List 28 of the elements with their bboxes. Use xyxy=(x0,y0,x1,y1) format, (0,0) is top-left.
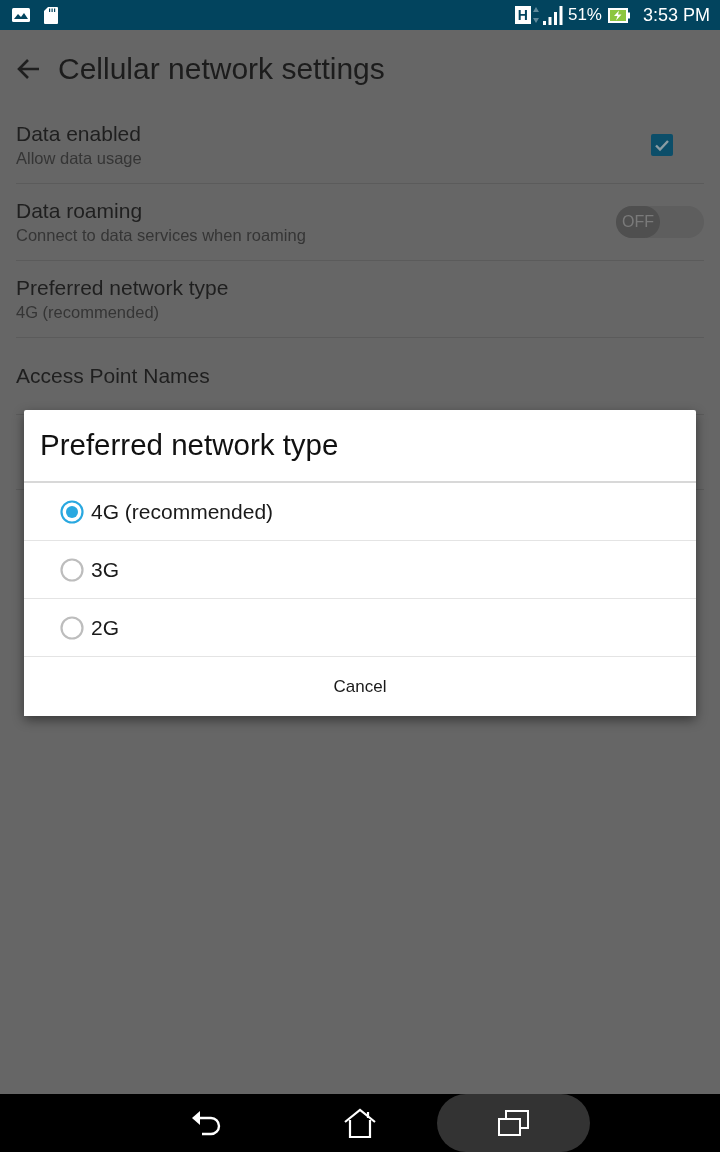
image-icon xyxy=(12,8,30,22)
option-row[interactable]: 4G (recommended) xyxy=(24,483,696,541)
cancel-button[interactable]: Cancel xyxy=(24,657,696,716)
checkbox[interactable] xyxy=(651,134,673,156)
sd-card-icon xyxy=(44,6,58,24)
option-label: 2G xyxy=(91,614,119,641)
option-label: 3G xyxy=(91,556,119,583)
back-arrow-icon[interactable] xyxy=(16,57,40,80)
setting-title: Data enabled xyxy=(16,121,142,147)
radio-button[interactable] xyxy=(60,499,84,524)
signal-icon xyxy=(542,5,563,25)
option-row[interactable]: 3G xyxy=(24,541,696,599)
home-icon xyxy=(344,1108,376,1138)
screen-title: Cellular network settings xyxy=(58,51,385,87)
setting-title: Preferred network type xyxy=(16,275,229,301)
option-label: 4G (recommended) xyxy=(91,498,274,525)
setting-title: Data roaming xyxy=(16,198,144,224)
battery-charging-icon xyxy=(607,7,630,23)
radio-button[interactable] xyxy=(60,557,84,582)
radio-button[interactable] xyxy=(60,615,84,640)
setting-title: Access Point Names xyxy=(16,363,210,389)
dialog-title: Preferred network type xyxy=(40,427,339,464)
data-activity-icon xyxy=(532,7,539,23)
network-type-indicator: H xyxy=(514,6,531,24)
battery-percentage: 51% xyxy=(567,4,602,27)
recent-apps-icon xyxy=(497,1110,529,1136)
back-icon xyxy=(192,1110,222,1136)
clock-time: 3:53 PM xyxy=(642,3,710,27)
